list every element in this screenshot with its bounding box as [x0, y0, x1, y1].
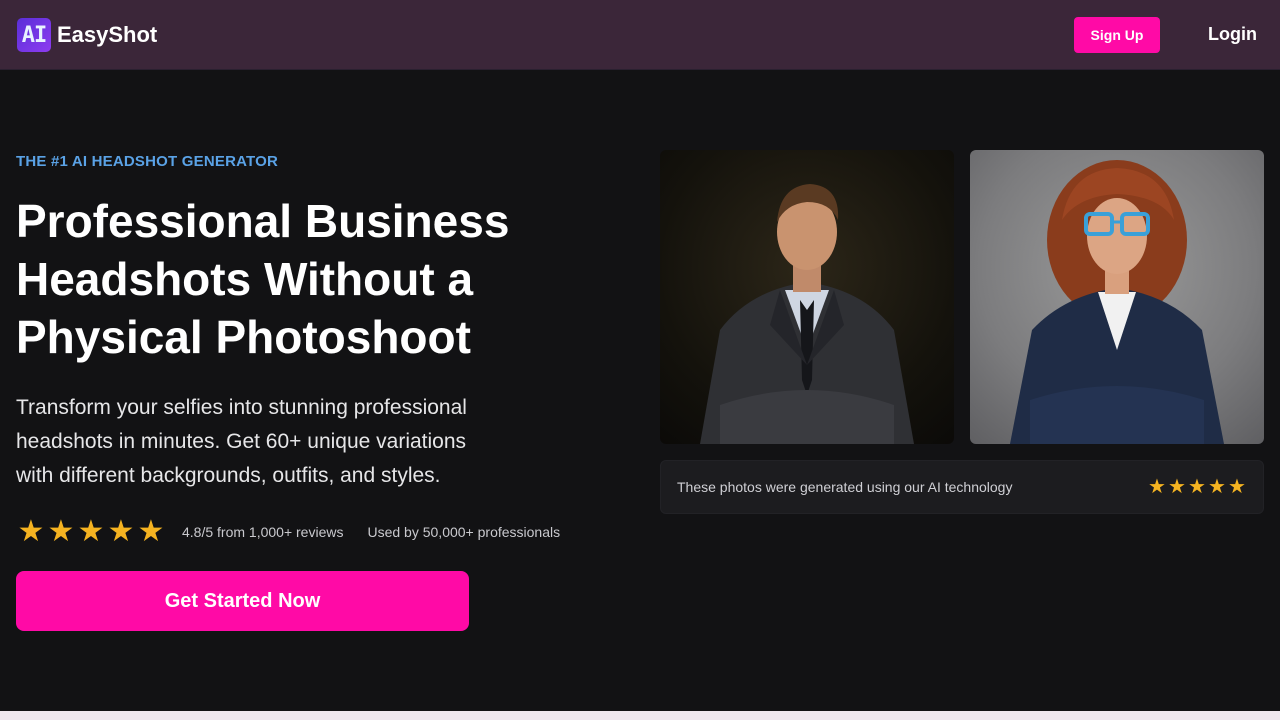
- rating-row: ★ ★ ★ ★ ★ 4.8/5 from 1,000+ reviews Used…: [16, 517, 561, 547]
- showcase-caption: These photos were generated using our AI…: [677, 479, 1013, 495]
- star-icon: ★: [1208, 476, 1226, 498]
- headline-line: Physical Photoshoot: [16, 311, 471, 363]
- login-link[interactable]: Login: [1208, 24, 1257, 45]
- star-icon: ★: [77, 515, 105, 548]
- hero-eyebrow: THE #1 AI HEADSHOT GENERATOR: [16, 153, 279, 170]
- get-started-button[interactable]: Get Started Now: [16, 571, 469, 631]
- star-icon: ★: [1188, 476, 1206, 498]
- showcase-caption-box: These photos were generated using our AI…: [660, 460, 1264, 514]
- headshot-photo-woman: [970, 150, 1264, 444]
- star-icon: ★: [1168, 476, 1186, 498]
- star-icon: ★: [1148, 476, 1166, 498]
- headshot-photo-man: [660, 150, 954, 444]
- caption-stars: ★ ★ ★ ★ ★: [1147, 477, 1247, 497]
- woman-portrait-illustration: [1010, 160, 1224, 444]
- hero-subtext: Transform your selfies into stunning pro…: [16, 396, 467, 487]
- star-icon: ★: [107, 515, 135, 548]
- logo-text: EasyShot: [57, 22, 158, 47]
- star-icon: ★: [47, 515, 75, 548]
- used-by-text: Used by 50,000+ professionals: [367, 524, 561, 540]
- rating-stars: ★ ★ ★ ★ ★: [16, 517, 166, 547]
- top-navbar: AI EasyShot Sign Up Login: [0, 0, 1280, 70]
- rating-text: 4.8/5 from 1,000+ reviews: [182, 524, 344, 540]
- next-section-edge: [0, 711, 1280, 720]
- logo[interactable]: AI EasyShot: [17, 18, 157, 52]
- headline-line: Professional Business: [16, 195, 510, 247]
- star-icon: ★: [137, 515, 165, 548]
- star-icon: ★: [17, 515, 45, 548]
- man-portrait-illustration: [700, 184, 914, 444]
- star-icon: ★: [1228, 476, 1246, 498]
- headline-line: Headshots Without a: [16, 253, 474, 305]
- hero-headline: Professional Business Headshots Without …: [16, 192, 536, 366]
- sign-up-button[interactable]: Sign Up: [1074, 17, 1160, 53]
- ai-logo-icon: AI: [17, 18, 51, 52]
